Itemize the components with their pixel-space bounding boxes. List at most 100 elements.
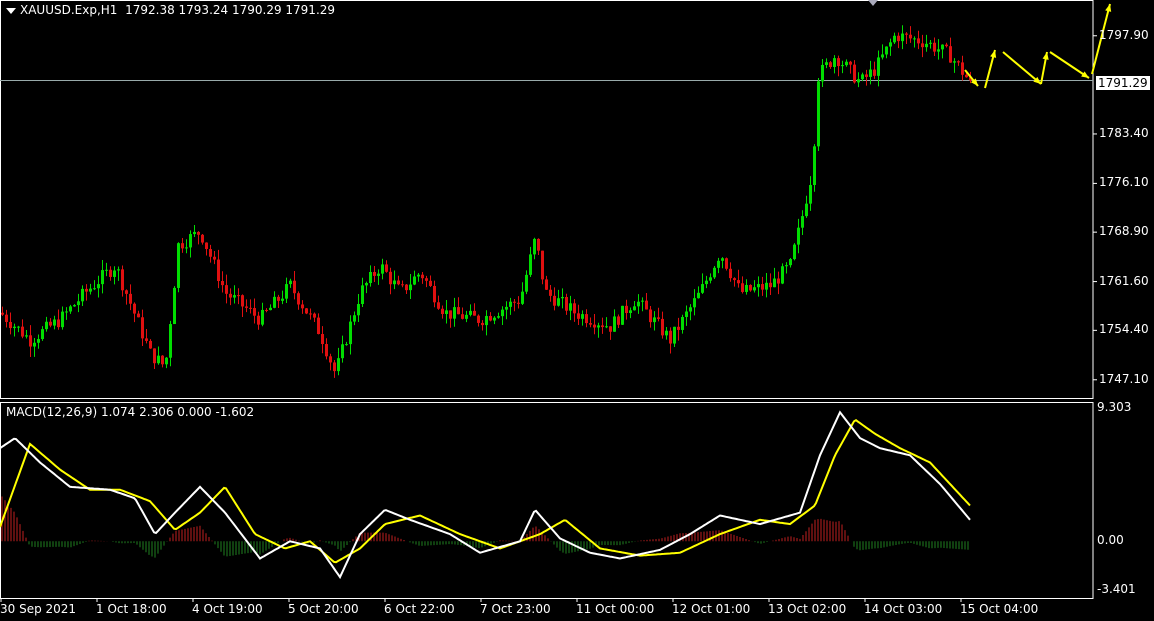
candle-body xyxy=(785,265,788,267)
candle-body xyxy=(629,310,632,314)
candle-body xyxy=(589,323,592,325)
collapse-triangle-icon[interactable] xyxy=(6,7,16,14)
candle-body xyxy=(541,250,544,280)
candle-body xyxy=(661,318,664,336)
candle-body xyxy=(249,307,252,309)
candle-body xyxy=(337,358,340,372)
candle-body xyxy=(445,310,448,314)
candle-body xyxy=(545,279,548,290)
candle-body xyxy=(481,322,484,326)
macd-layer xyxy=(0,410,971,580)
candle-body xyxy=(393,280,396,285)
candle-body xyxy=(289,280,292,285)
candle-body xyxy=(89,288,92,292)
candle-body xyxy=(17,326,20,328)
time-tick-label: 6 Oct 22:00 xyxy=(384,602,455,616)
price-tick-label: 1783.40 xyxy=(1099,125,1149,140)
time-tick-label: 11 Oct 00:00 xyxy=(576,602,655,616)
candle-body xyxy=(549,289,552,296)
candle-body xyxy=(201,234,204,243)
candle-body xyxy=(717,260,720,268)
candle-body xyxy=(645,300,648,310)
candle-body xyxy=(925,43,928,48)
candle-body xyxy=(297,293,300,305)
candle-body xyxy=(109,269,112,277)
candle-body xyxy=(625,305,628,314)
candle-body xyxy=(293,280,296,294)
candle-body xyxy=(501,309,504,317)
candle-body xyxy=(345,344,348,346)
candle-body xyxy=(725,258,728,269)
candle-body xyxy=(585,314,588,324)
candle-body xyxy=(405,284,408,291)
candle-body xyxy=(693,298,696,308)
candle-body xyxy=(877,57,880,76)
candle-body xyxy=(637,301,640,307)
candle-body xyxy=(221,281,224,286)
candle-body xyxy=(805,203,808,217)
candle-body xyxy=(69,306,72,312)
candle-body xyxy=(197,231,200,235)
candle-body xyxy=(765,282,768,290)
candle-body xyxy=(733,278,736,281)
candle-body xyxy=(433,285,436,303)
candle-body xyxy=(781,266,784,284)
candle-body xyxy=(713,267,716,278)
candle-body xyxy=(869,69,872,77)
candle-body xyxy=(721,258,724,261)
candle-body xyxy=(565,296,568,311)
time-tick-label: 5 Oct 20:00 xyxy=(288,602,359,616)
candle-body xyxy=(933,42,936,52)
candle-body xyxy=(361,285,364,304)
candle-body xyxy=(269,307,272,311)
projection-arrows xyxy=(964,3,1112,89)
candle-body xyxy=(341,344,344,359)
candle-body xyxy=(873,69,876,76)
candle-body xyxy=(193,231,196,235)
candle-body xyxy=(509,301,512,307)
candle-body xyxy=(105,269,108,271)
candle-body xyxy=(265,309,268,311)
candle-body xyxy=(697,292,700,299)
time-tick-label: 7 Oct 23:00 xyxy=(480,602,551,616)
candle-body xyxy=(853,64,856,83)
candle-body xyxy=(921,43,924,48)
candle-body xyxy=(85,288,88,292)
candle-body xyxy=(789,259,792,266)
candle-body xyxy=(857,79,860,83)
candle-body xyxy=(497,316,500,318)
macd-tick-label: -3.401 xyxy=(1097,582,1136,596)
candle-body xyxy=(189,234,192,248)
candle-body xyxy=(257,315,260,325)
candle-body xyxy=(817,81,820,147)
candle-body xyxy=(237,295,240,297)
candle-body xyxy=(525,274,528,292)
candle-body xyxy=(493,317,496,321)
candle-body xyxy=(701,284,704,293)
candle-body xyxy=(373,271,376,276)
candle-body xyxy=(209,249,212,257)
chart-frame xyxy=(0,0,1097,602)
candle-body xyxy=(381,264,384,274)
candle-body xyxy=(441,308,444,314)
candle-body xyxy=(61,311,64,328)
candle-body xyxy=(489,315,492,321)
candle-body xyxy=(153,348,156,364)
candle-body xyxy=(833,58,836,67)
candle-body xyxy=(837,58,840,67)
candle-body xyxy=(613,316,616,332)
candle-body xyxy=(641,300,644,302)
time-tick-label: 13 Oct 02:00 xyxy=(768,602,847,616)
candle-body xyxy=(889,42,892,47)
candle-body xyxy=(425,278,428,281)
candle-body xyxy=(953,61,956,63)
candle-body xyxy=(261,309,264,325)
candle-body xyxy=(729,268,732,279)
candle-body xyxy=(801,216,804,228)
time-tick-label: 14 Oct 03:00 xyxy=(864,602,943,616)
candle-body xyxy=(157,355,160,364)
candle-body xyxy=(273,296,276,308)
candle-body xyxy=(477,315,480,323)
candle-body xyxy=(41,329,44,340)
candle-body xyxy=(449,310,452,319)
